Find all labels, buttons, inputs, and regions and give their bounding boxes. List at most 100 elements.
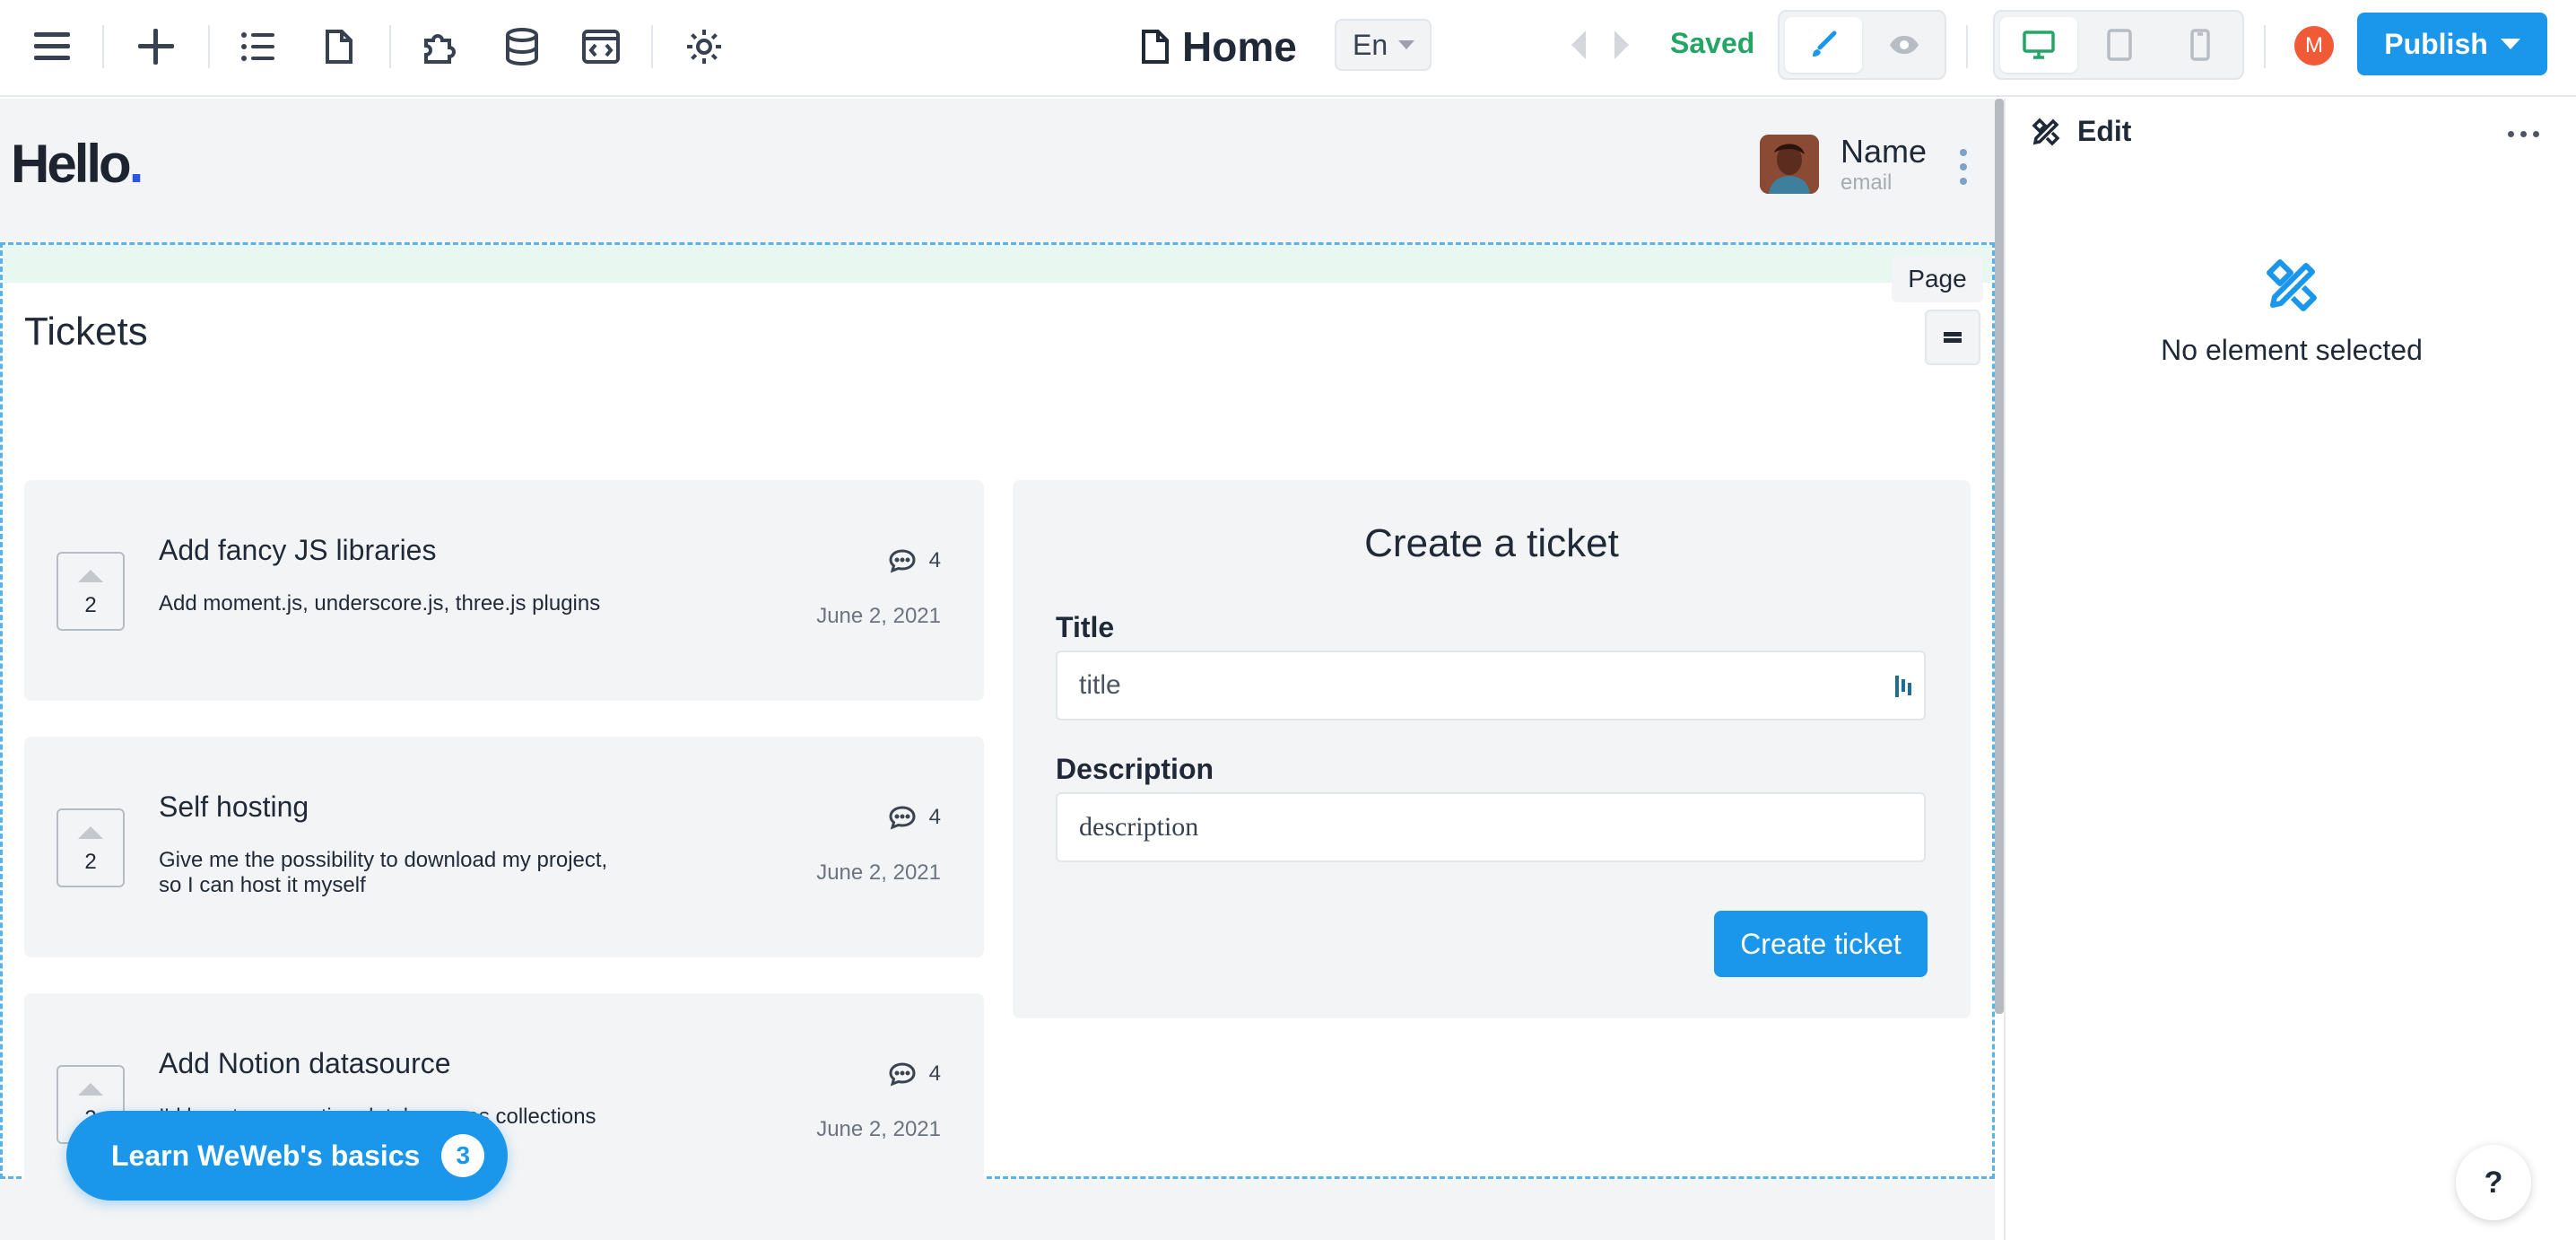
comment-count-value: 4: [928, 1061, 941, 1086]
canvas-scrollbar[interactable]: [1995, 99, 2004, 1014]
user-menu-icon[interactable]: [1957, 149, 1970, 185]
description-label: Description: [1056, 753, 1214, 785]
save-status: Saved: [1670, 27, 1755, 59]
language-select[interactable]: En: [1335, 19, 1432, 71]
toolbar-divider: [102, 25, 104, 68]
form-heading: Create a ticket: [1364, 521, 1619, 565]
publish-label: Publish: [2384, 27, 2488, 60]
comment-icon: [889, 1062, 916, 1087]
page-icon[interactable]: [312, 20, 366, 74]
editor-canvas[interactable]: Hello. Name email Page Tickets 2 Add fan…: [0, 99, 1995, 1240]
brush-icon: [1813, 31, 1837, 57]
panel-title: Edit: [2077, 115, 2132, 147]
language-value: En: [1353, 28, 1388, 61]
puzzle-icon[interactable]: [414, 20, 468, 74]
section-strip: [3, 245, 1992, 283]
page-title-text: Home: [1182, 23, 1297, 70]
toolbar-divider: [208, 25, 210, 68]
learn-label: Learn WeWeb's basics: [111, 1139, 421, 1172]
preview-mode-button[interactable]: [1866, 17, 1943, 73]
ticket-title: Add fancy JS libraries: [159, 534, 437, 566]
user-email: email: [1841, 170, 1893, 195]
edit-tools-icon: [2032, 118, 2060, 145]
arrow-up-icon: [78, 1083, 103, 1096]
upvote-button[interactable]: 2: [57, 808, 125, 887]
create-ticket-form: Create a ticket Title title Description …: [1013, 480, 1971, 1018]
ticket-card[interactable]: 2 Self hosting Give me the possibility t…: [24, 737, 984, 957]
chevron-down-icon: [1398, 40, 1415, 49]
comment-count-value: 4: [928, 548, 941, 572]
logo-text: Hello: [11, 134, 132, 194]
section-tag[interactable]: Page: [1892, 256, 1983, 302]
mobile-icon: [2190, 29, 2210, 61]
toolbar-divider: [1966, 25, 1968, 68]
database-icon[interactable]: [495, 20, 549, 74]
vote-count: 2: [84, 850, 97, 874]
toolbar-divider: [2264, 25, 2266, 68]
comment-count-value: 4: [928, 805, 941, 829]
input-binding-icon[interactable]: [1893, 674, 1915, 699]
layout-icon: [1944, 332, 1962, 343]
page-icon: [1142, 30, 1169, 64]
comment-count: 4: [888, 805, 941, 830]
layout-button[interactable]: [1925, 310, 1980, 365]
upvote-button[interactable]: 2: [57, 552, 125, 631]
ticket-title: Self hosting: [159, 790, 309, 823]
edit-mode-button[interactable]: [1785, 17, 1862, 73]
undo-arrow-icon[interactable]: [1571, 31, 1586, 59]
comment-count: 4: [888, 548, 941, 573]
ticket-title: Add Notion datasource: [159, 1047, 451, 1079]
ticket-date: June 2, 2021: [816, 604, 941, 628]
desktop-view-button[interactable]: [2000, 17, 2077, 73]
description-placeholder: description: [1079, 812, 1199, 842]
description-input[interactable]: description: [1056, 792, 1926, 862]
help-button[interactable]: ?: [2456, 1145, 2531, 1220]
ticket-date: June 2, 2021: [816, 1117, 941, 1141]
publish-button[interactable]: Publish: [2357, 13, 2547, 75]
user-name: Name: [1841, 133, 1928, 170]
code-icon[interactable]: [574, 20, 628, 74]
learn-basics-button[interactable]: Learn WeWeb's basics 3: [66, 1111, 508, 1201]
edit-panel: Edit No element selected: [2004, 99, 2576, 1240]
toolbar-divider: [389, 25, 391, 68]
tablet-icon: [2107, 29, 2132, 61]
plus-icon[interactable]: [129, 20, 183, 74]
mobile-view-button[interactable]: [2162, 17, 2239, 73]
redo-arrow-icon[interactable]: [1614, 31, 1629, 59]
ticket-description: Give me the possibility to download my p…: [159, 848, 608, 897]
mode-toggle: [1778, 10, 1946, 80]
title-label: Title: [1056, 611, 1115, 643]
create-ticket-button[interactable]: Create ticket: [1714, 911, 1928, 977]
learn-count-badge: 3: [441, 1134, 485, 1177]
toolbar-divider: [651, 25, 653, 68]
logo-dot: .: [128, 134, 144, 194]
desktop-icon: [2023, 31, 2055, 59]
panel-header: Edit: [2031, 115, 2131, 148]
user-photo[interactable]: [1760, 135, 1819, 194]
gear-icon[interactable]: [677, 20, 731, 74]
ticket-description: Add moment.js, underscore.js, three.js p…: [159, 591, 601, 616]
ticket-card[interactable]: 2 Add fancy JS libraries Add moment.js, …: [24, 480, 984, 701]
device-toggle: [1993, 10, 2244, 80]
tablet-view-button[interactable]: [2081, 17, 2158, 73]
chevron-down-icon: [2500, 39, 2520, 49]
title-input[interactable]: title: [1056, 651, 1926, 720]
title-placeholder: title: [1079, 670, 1121, 700]
top-toolbar: Home En Saved M Publish: [0, 0, 2576, 97]
comment-count: 4: [888, 1061, 941, 1087]
page-title[interactable]: Home: [1141, 18, 1297, 75]
comment-icon: [889, 806, 916, 830]
arrow-up-icon: [78, 826, 103, 839]
list-icon[interactable]: [231, 20, 285, 74]
page-section[interactable]: Page Tickets 2 Add fancy JS libraries Ad…: [0, 242, 1995, 1214]
menu-icon[interactable]: [25, 20, 79, 74]
more-options-icon[interactable]: [2508, 131, 2539, 137]
arrow-up-icon: [78, 570, 103, 582]
ticket-date: June 2, 2021: [816, 860, 941, 885]
empty-state-text: No element selected: [2161, 334, 2423, 366]
tickets-heading: Tickets: [24, 310, 148, 354]
eye-icon: [1890, 36, 1919, 54]
edit-tools-icon: [2267, 259, 2317, 311]
avatar[interactable]: M: [2294, 26, 2334, 65]
site-logo[interactable]: Hello.: [11, 133, 144, 195]
